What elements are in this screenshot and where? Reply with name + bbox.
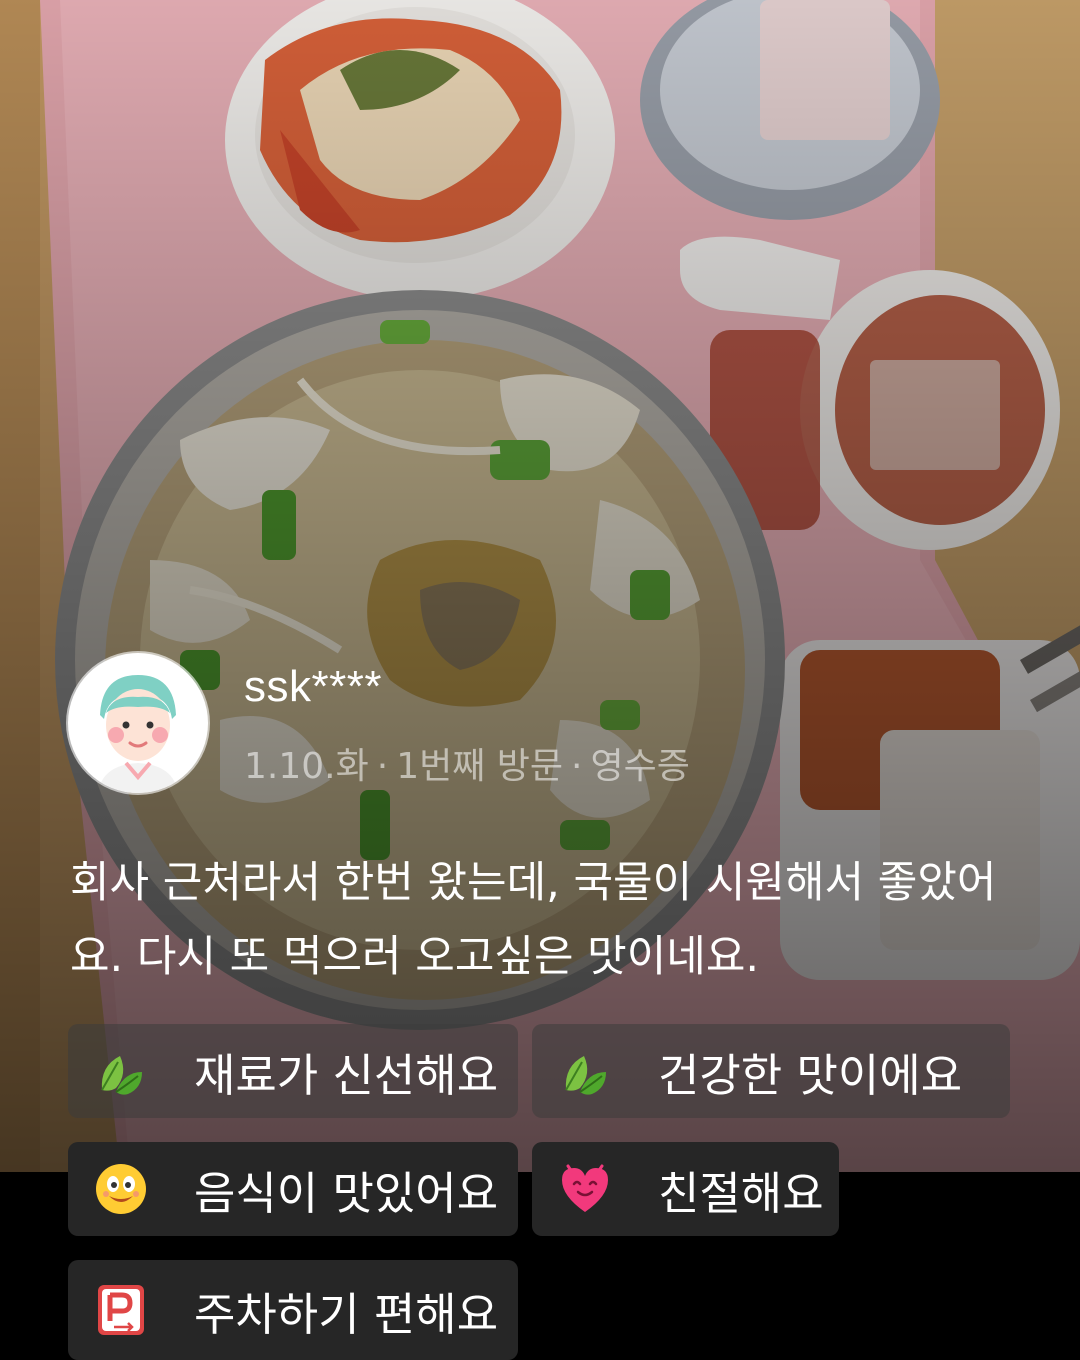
user-avatar[interactable] (68, 653, 208, 793)
photo-dark-overlay (0, 0, 1080, 1172)
tag-label: 재료가 신선해요 (194, 1048, 499, 1102)
tag-label: 주차하기 편해요 (194, 1287, 499, 1341)
tag-label: 친절해요 (658, 1166, 824, 1220)
tag-friendly[interactable]: 친절해요 (532, 1142, 839, 1236)
leaf-icon (565, 1056, 606, 1095)
leaf-icon (101, 1056, 142, 1095)
tag-easy-parking[interactable]: 주차하기 편해요 (68, 1260, 518, 1360)
meta-separator: · (376, 746, 389, 787)
review-photo[interactable] (0, 0, 1080, 1172)
avatar-illustration-icon (70, 655, 206, 793)
review-text[interactable]: 회사 근처라서 한번 왔는데, 국물이 시원해서 좋았어요. 다시 또 먹으러 … (70, 846, 1010, 994)
visit-date: 1.10.화 (244, 746, 369, 787)
tag-healthy-taste[interactable]: 건강한 맛이에요 (532, 1024, 1010, 1118)
receipt-label: 영수증 (590, 746, 690, 787)
review-meta: 1.10.화 · 1번째 방문 · 영수증 (244, 737, 690, 789)
tag-delicious-food[interactable]: 음식이 맛있어요 (68, 1142, 518, 1236)
parking-sign-icon (98, 1285, 144, 1335)
tag-label: 건강한 맛이에요 (658, 1048, 963, 1102)
tag-fresh-ingredients[interactable]: 재료가 신선해요 (68, 1024, 518, 1118)
meta-separator: · (571, 746, 583, 787)
tag-label: 음식이 맛있어요 (194, 1166, 499, 1220)
pink-heart-icon (562, 1164, 608, 1212)
reviewer-name[interactable]: ssk**** (244, 662, 382, 712)
visit-count: 1번째 방문 (396, 746, 564, 787)
smiley-face-icon (96, 1164, 146, 1214)
